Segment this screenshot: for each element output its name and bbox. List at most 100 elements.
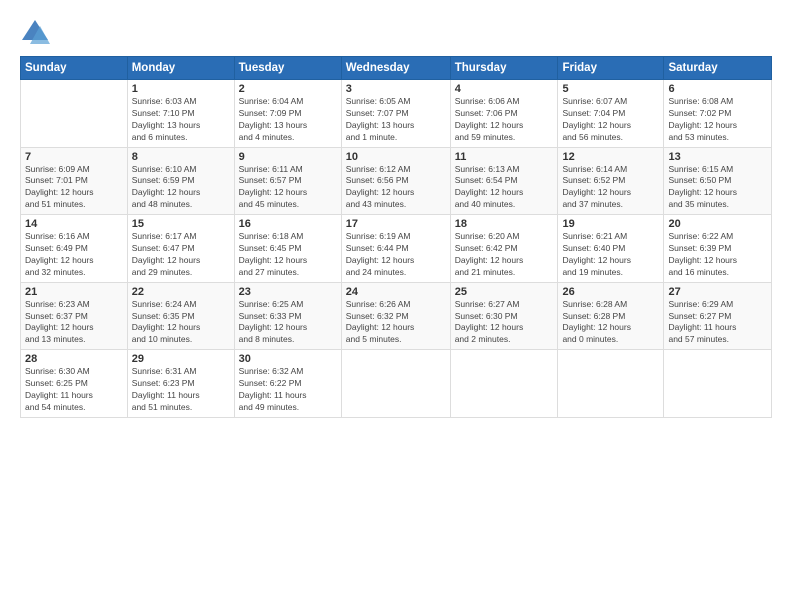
calendar-cell: 7Sunrise: 6:09 AM Sunset: 7:01 PM Daylig… xyxy=(21,147,128,215)
calendar-cell xyxy=(341,350,450,418)
day-number: 21 xyxy=(25,286,123,298)
day-number: 8 xyxy=(132,151,230,163)
calendar-week-2: 7Sunrise: 6:09 AM Sunset: 7:01 PM Daylig… xyxy=(21,147,772,215)
day-info: Sunrise: 6:29 AM Sunset: 6:27 PM Dayligh… xyxy=(668,299,767,347)
calendar-cell: 23Sunrise: 6:25 AM Sunset: 6:33 PM Dayli… xyxy=(234,282,341,350)
day-info: Sunrise: 6:04 AM Sunset: 7:09 PM Dayligh… xyxy=(239,96,337,144)
calendar-cell: 21Sunrise: 6:23 AM Sunset: 6:37 PM Dayli… xyxy=(21,282,128,350)
day-number: 13 xyxy=(668,151,767,163)
calendar-cell: 30Sunrise: 6:32 AM Sunset: 6:22 PM Dayli… xyxy=(234,350,341,418)
day-info: Sunrise: 6:08 AM Sunset: 7:02 PM Dayligh… xyxy=(668,96,767,144)
calendar-week-5: 28Sunrise: 6:30 AM Sunset: 6:25 PM Dayli… xyxy=(21,350,772,418)
day-number: 12 xyxy=(562,151,659,163)
calendar-cell xyxy=(21,80,128,148)
calendar-cell: 27Sunrise: 6:29 AM Sunset: 6:27 PM Dayli… xyxy=(664,282,772,350)
calendar-header-thursday: Thursday xyxy=(450,57,558,80)
calendar-cell: 16Sunrise: 6:18 AM Sunset: 6:45 PM Dayli… xyxy=(234,215,341,283)
day-info: Sunrise: 6:11 AM Sunset: 6:57 PM Dayligh… xyxy=(239,164,337,212)
day-number: 22 xyxy=(132,286,230,298)
day-info: Sunrise: 6:31 AM Sunset: 6:23 PM Dayligh… xyxy=(132,366,230,414)
day-number: 18 xyxy=(455,218,554,230)
calendar-week-3: 14Sunrise: 6:16 AM Sunset: 6:49 PM Dayli… xyxy=(21,215,772,283)
day-number: 5 xyxy=(562,83,659,95)
calendar-header-wednesday: Wednesday xyxy=(341,57,450,80)
day-number: 2 xyxy=(239,83,337,95)
calendar-cell: 13Sunrise: 6:15 AM Sunset: 6:50 PM Dayli… xyxy=(664,147,772,215)
calendar-cell: 4Sunrise: 6:06 AM Sunset: 7:06 PM Daylig… xyxy=(450,80,558,148)
day-info: Sunrise: 6:07 AM Sunset: 7:04 PM Dayligh… xyxy=(562,96,659,144)
calendar-header-monday: Monday xyxy=(127,57,234,80)
calendar-cell: 15Sunrise: 6:17 AM Sunset: 6:47 PM Dayli… xyxy=(127,215,234,283)
calendar-cell: 3Sunrise: 6:05 AM Sunset: 7:07 PM Daylig… xyxy=(341,80,450,148)
day-number: 7 xyxy=(25,151,123,163)
day-info: Sunrise: 6:15 AM Sunset: 6:50 PM Dayligh… xyxy=(668,164,767,212)
day-info: Sunrise: 6:25 AM Sunset: 6:33 PM Dayligh… xyxy=(239,299,337,347)
calendar-cell: 24Sunrise: 6:26 AM Sunset: 6:32 PM Dayli… xyxy=(341,282,450,350)
calendar-cell: 18Sunrise: 6:20 AM Sunset: 6:42 PM Dayli… xyxy=(450,215,558,283)
day-number: 9 xyxy=(239,151,337,163)
day-number: 19 xyxy=(562,218,659,230)
day-info: Sunrise: 6:19 AM Sunset: 6:44 PM Dayligh… xyxy=(346,231,446,279)
calendar-week-1: 1Sunrise: 6:03 AM Sunset: 7:10 PM Daylig… xyxy=(21,80,772,148)
calendar-cell: 14Sunrise: 6:16 AM Sunset: 6:49 PM Dayli… xyxy=(21,215,128,283)
day-info: Sunrise: 6:09 AM Sunset: 7:01 PM Dayligh… xyxy=(25,164,123,212)
day-number: 30 xyxy=(239,353,337,365)
calendar-cell: 2Sunrise: 6:04 AM Sunset: 7:09 PM Daylig… xyxy=(234,80,341,148)
day-info: Sunrise: 6:22 AM Sunset: 6:39 PM Dayligh… xyxy=(668,231,767,279)
calendar-header-friday: Friday xyxy=(558,57,664,80)
day-info: Sunrise: 6:03 AM Sunset: 7:10 PM Dayligh… xyxy=(132,96,230,144)
day-info: Sunrise: 6:06 AM Sunset: 7:06 PM Dayligh… xyxy=(455,96,554,144)
day-number: 26 xyxy=(562,286,659,298)
page: SundayMondayTuesdayWednesdayThursdayFrid… xyxy=(0,0,792,612)
logo-icon xyxy=(20,18,50,48)
day-number: 29 xyxy=(132,353,230,365)
day-info: Sunrise: 6:12 AM Sunset: 6:56 PM Dayligh… xyxy=(346,164,446,212)
calendar-cell: 12Sunrise: 6:14 AM Sunset: 6:52 PM Dayli… xyxy=(558,147,664,215)
calendar-cell: 25Sunrise: 6:27 AM Sunset: 6:30 PM Dayli… xyxy=(450,282,558,350)
calendar-week-4: 21Sunrise: 6:23 AM Sunset: 6:37 PM Dayli… xyxy=(21,282,772,350)
day-info: Sunrise: 6:30 AM Sunset: 6:25 PM Dayligh… xyxy=(25,366,123,414)
calendar-cell: 8Sunrise: 6:10 AM Sunset: 6:59 PM Daylig… xyxy=(127,147,234,215)
day-number: 6 xyxy=(668,83,767,95)
day-number: 16 xyxy=(239,218,337,230)
calendar-header-sunday: Sunday xyxy=(21,57,128,80)
day-number: 3 xyxy=(346,83,446,95)
day-number: 23 xyxy=(239,286,337,298)
day-number: 10 xyxy=(346,151,446,163)
day-info: Sunrise: 6:10 AM Sunset: 6:59 PM Dayligh… xyxy=(132,164,230,212)
day-info: Sunrise: 6:14 AM Sunset: 6:52 PM Dayligh… xyxy=(562,164,659,212)
day-number: 17 xyxy=(346,218,446,230)
calendar-cell: 28Sunrise: 6:30 AM Sunset: 6:25 PM Dayli… xyxy=(21,350,128,418)
calendar-cell: 29Sunrise: 6:31 AM Sunset: 6:23 PM Dayli… xyxy=(127,350,234,418)
logo xyxy=(20,18,54,48)
day-number: 27 xyxy=(668,286,767,298)
day-info: Sunrise: 6:13 AM Sunset: 6:54 PM Dayligh… xyxy=(455,164,554,212)
day-number: 11 xyxy=(455,151,554,163)
calendar-cell: 1Sunrise: 6:03 AM Sunset: 7:10 PM Daylig… xyxy=(127,80,234,148)
day-number: 20 xyxy=(668,218,767,230)
day-info: Sunrise: 6:27 AM Sunset: 6:30 PM Dayligh… xyxy=(455,299,554,347)
calendar-cell: 17Sunrise: 6:19 AM Sunset: 6:44 PM Dayli… xyxy=(341,215,450,283)
day-info: Sunrise: 6:32 AM Sunset: 6:22 PM Dayligh… xyxy=(239,366,337,414)
day-info: Sunrise: 6:20 AM Sunset: 6:42 PM Dayligh… xyxy=(455,231,554,279)
day-info: Sunrise: 6:17 AM Sunset: 6:47 PM Dayligh… xyxy=(132,231,230,279)
day-info: Sunrise: 6:26 AM Sunset: 6:32 PM Dayligh… xyxy=(346,299,446,347)
day-info: Sunrise: 6:05 AM Sunset: 7:07 PM Dayligh… xyxy=(346,96,446,144)
calendar-cell: 20Sunrise: 6:22 AM Sunset: 6:39 PM Dayli… xyxy=(664,215,772,283)
day-number: 1 xyxy=(132,83,230,95)
day-number: 24 xyxy=(346,286,446,298)
day-info: Sunrise: 6:28 AM Sunset: 6:28 PM Dayligh… xyxy=(562,299,659,347)
day-number: 4 xyxy=(455,83,554,95)
day-number: 15 xyxy=(132,218,230,230)
calendar-cell xyxy=(664,350,772,418)
day-number: 14 xyxy=(25,218,123,230)
calendar-header-tuesday: Tuesday xyxy=(234,57,341,80)
calendar-cell: 19Sunrise: 6:21 AM Sunset: 6:40 PM Dayli… xyxy=(558,215,664,283)
calendar-header-row: SundayMondayTuesdayWednesdayThursdayFrid… xyxy=(21,57,772,80)
calendar-cell: 26Sunrise: 6:28 AM Sunset: 6:28 PM Dayli… xyxy=(558,282,664,350)
calendar-cell: 6Sunrise: 6:08 AM Sunset: 7:02 PM Daylig… xyxy=(664,80,772,148)
day-info: Sunrise: 6:24 AM Sunset: 6:35 PM Dayligh… xyxy=(132,299,230,347)
calendar-cell xyxy=(450,350,558,418)
calendar-cell: 11Sunrise: 6:13 AM Sunset: 6:54 PM Dayli… xyxy=(450,147,558,215)
calendar-cell: 22Sunrise: 6:24 AM Sunset: 6:35 PM Dayli… xyxy=(127,282,234,350)
